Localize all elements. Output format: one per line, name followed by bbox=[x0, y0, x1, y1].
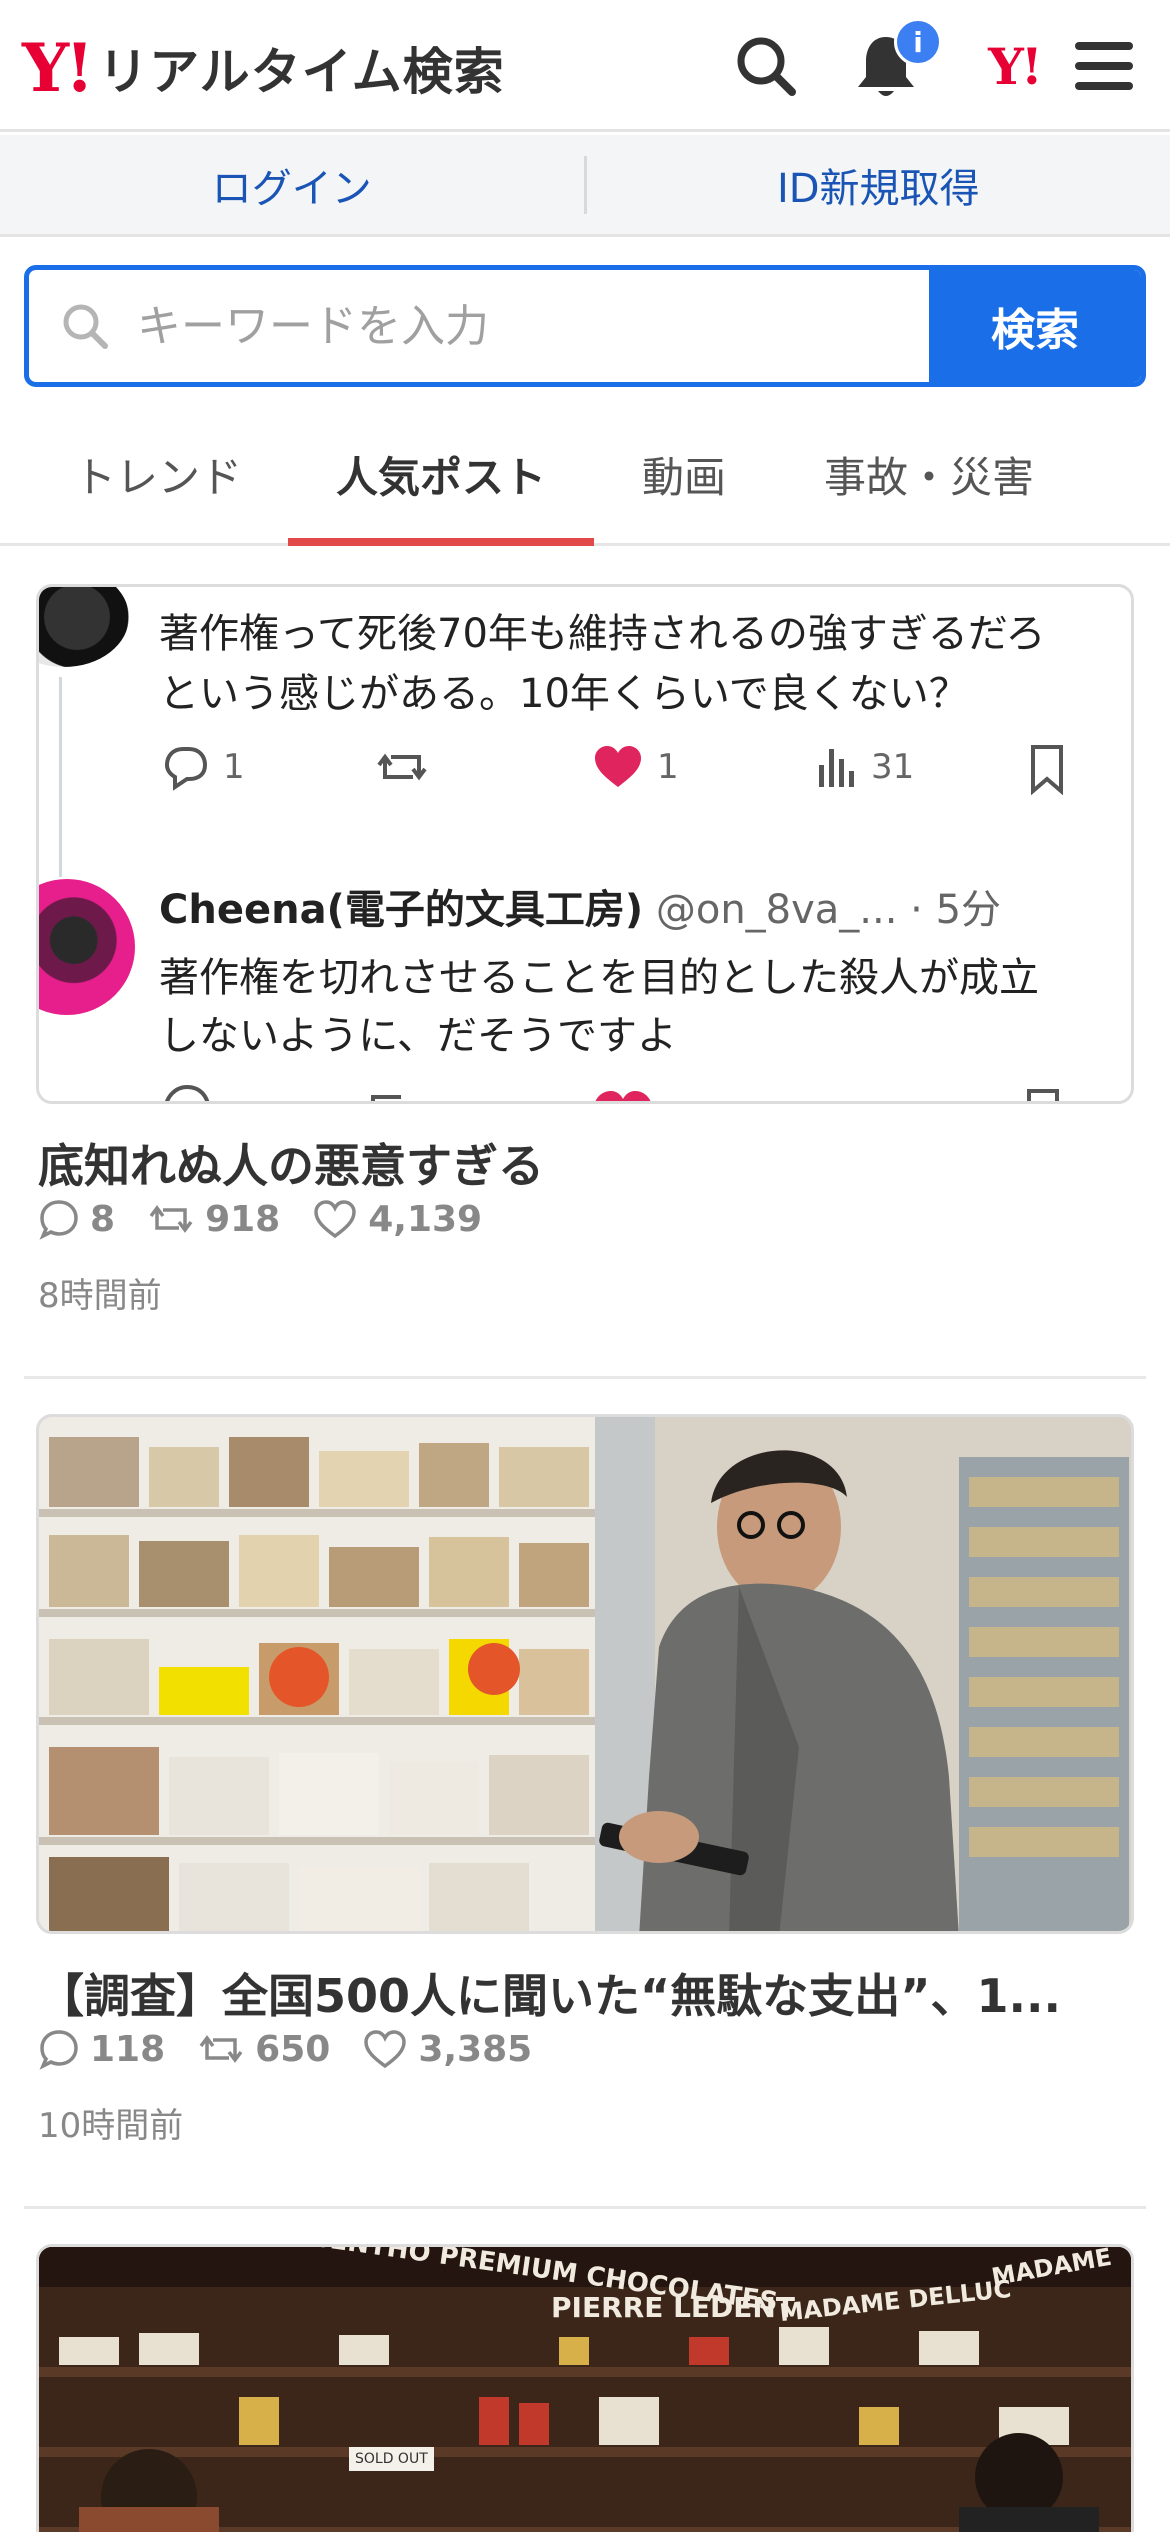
store-shelf-illustration bbox=[39, 1417, 1131, 1931]
repost-icon bbox=[377, 753, 427, 781]
post-stats: 118 650 3,385 bbox=[38, 2028, 564, 2070]
reply-author-name: Cheena(電子的文具工房) bbox=[159, 887, 644, 933]
search-input[interactable] bbox=[137, 300, 897, 352]
heart-outline-icon bbox=[364, 2030, 407, 2069]
reply-time: · 5分 bbox=[910, 887, 1002, 933]
tweet-text-line: という感じがある。10年くらいで良くない？ bbox=[159, 671, 969, 717]
tab-trend[interactable]: トレンド bbox=[74, 444, 242, 505]
reply-author-handle: @on_8va_... bbox=[655, 887, 898, 933]
post-stats: 8 918 4,139 bbox=[38, 1198, 514, 1240]
thread-line bbox=[59, 677, 62, 877]
yahoo-realtime-logo[interactable]: Y! リアルタイム検索 bbox=[22, 28, 505, 108]
notification-badge: i bbox=[894, 18, 942, 66]
bookmark-icon bbox=[1031, 745, 1063, 795]
avatar bbox=[39, 879, 135, 1015]
views-icon bbox=[819, 749, 854, 787]
comment-stat: 8 bbox=[38, 1198, 115, 1240]
category-tabs: トレンド 人気ポスト 動画 事故・災害 bbox=[0, 410, 1170, 546]
tweet-views-action: 31 bbox=[813, 743, 914, 791]
retweet-count: 918 bbox=[205, 1198, 281, 1240]
reply-count: 1 bbox=[223, 747, 245, 787]
reply-text-line: しないように、だそうですよ bbox=[159, 1013, 677, 1059]
card-divider bbox=[24, 1376, 1146, 1379]
yahoo-home-icon[interactable]: Y! bbox=[966, 28, 1062, 104]
logo-title: リアルタイム検索 bbox=[98, 43, 505, 101]
feed-card[interactable]: 【調査】全国500人に聞いた“無駄な支出”、1... 118 650 3,385… bbox=[0, 1414, 1170, 2194]
search-field-icon bbox=[63, 304, 108, 349]
retweet-icon bbox=[149, 1205, 193, 1233]
heart-outline-icon bbox=[314, 1200, 356, 1239]
yahoo-mark: Y! bbox=[988, 36, 1043, 96]
reply-actions-cutoff bbox=[165, 1084, 1059, 1101]
post-time: 8時間前 bbox=[38, 1276, 162, 1316]
like-count: 1 bbox=[657, 747, 679, 787]
reply-text-line: 著作権を切れさせることを目的とした殺人が成立 bbox=[159, 955, 1039, 1001]
retweet-stat: 918 bbox=[147, 1198, 280, 1240]
store-sign-pierre-ledent: PIERRE LEDENT bbox=[551, 2291, 795, 2324]
tweet-screenshot-image[interactable]: 著作権って死後70年も維持されるの強すぎるだろ という感じがある。10年くらいで… bbox=[36, 584, 1134, 1104]
notification-bell-icon[interactable]: i bbox=[848, 18, 942, 104]
post-title[interactable]: 【調査】全国500人に聞いた“無駄な支出”、1... bbox=[38, 1960, 1128, 2026]
comment-icon bbox=[39, 1200, 78, 1240]
tweet-bookmark-action bbox=[1025, 743, 1081, 795]
tweet-repost-action bbox=[373, 743, 443, 791]
tweet-like-action: 1 bbox=[591, 743, 679, 791]
tab-accidents-disasters[interactable]: 事故・災害 bbox=[824, 444, 1034, 505]
comment-count: 118 bbox=[90, 2028, 166, 2070]
comment-icon bbox=[39, 2030, 78, 2070]
search-bar: 検索 bbox=[24, 265, 1146, 387]
avatar bbox=[39, 587, 129, 667]
like-stat: 4,139 bbox=[312, 1198, 482, 1240]
search-field bbox=[29, 270, 929, 382]
feed-card[interactable]: 著作権って死後70年も維持されるの強すぎるだろ という感じがある。10年くらいで… bbox=[0, 584, 1170, 1376]
tab-popular-posts[interactable]: 人気ポスト bbox=[336, 444, 546, 505]
retweet-stat: 650 bbox=[197, 2028, 330, 2070]
login-bar: ログイン ID新規取得 bbox=[0, 135, 1170, 237]
reply-author-line: Cheena(電子的文具工房) @on_8va_... · 5分 bbox=[159, 877, 1001, 935]
like-count: 4,139 bbox=[368, 1198, 483, 1240]
sold-out-tag: SOLD OUT bbox=[349, 2447, 434, 2471]
view-count: 31 bbox=[871, 747, 915, 787]
app-header: Y! リアルタイム検索 i Y! bbox=[0, 0, 1170, 132]
reply-icon bbox=[164, 747, 208, 791]
login-link[interactable]: ログイン bbox=[0, 156, 584, 214]
search-button[interactable]: 検索 bbox=[929, 270, 1141, 382]
post-title[interactable]: 底知れぬ人の悪意すぎる bbox=[38, 1130, 1128, 1196]
active-tab-indicator bbox=[288, 538, 594, 546]
card-divider bbox=[24, 2206, 1146, 2209]
heart-icon bbox=[595, 746, 641, 787]
yahoo-logo-mark: Y! bbox=[22, 29, 94, 107]
comment-count: 8 bbox=[90, 1198, 116, 1240]
tab-videos[interactable]: 動画 bbox=[642, 444, 726, 505]
convenience-store-photo[interactable] bbox=[36, 1414, 1134, 1934]
like-count: 3,385 bbox=[418, 2028, 533, 2070]
comment-stat: 118 bbox=[38, 2028, 165, 2070]
register-link[interactable]: ID新規取得 bbox=[587, 156, 1170, 214]
tweet-reply-action: 1 bbox=[161, 743, 245, 791]
like-stat: 3,385 bbox=[362, 2028, 532, 2070]
retweet-count: 650 bbox=[255, 2028, 331, 2070]
retweet-icon bbox=[199, 2035, 243, 2063]
post-time: 10時間前 bbox=[38, 2106, 184, 2146]
feed-card[interactable]: CENTHO PREMIUM CHOCOLATES PIERRE LEDENT … bbox=[0, 2244, 1170, 2532]
chocolate-shop-photo[interactable]: CENTHO PREMIUM CHOCOLATES PIERRE LEDENT … bbox=[36, 2244, 1134, 2532]
tweet-text-line: 著作権って死後70年も維持されるの強すぎるだろ bbox=[159, 611, 1046, 657]
search-icon[interactable] bbox=[728, 28, 804, 104]
menu-icon[interactable] bbox=[1066, 28, 1142, 104]
